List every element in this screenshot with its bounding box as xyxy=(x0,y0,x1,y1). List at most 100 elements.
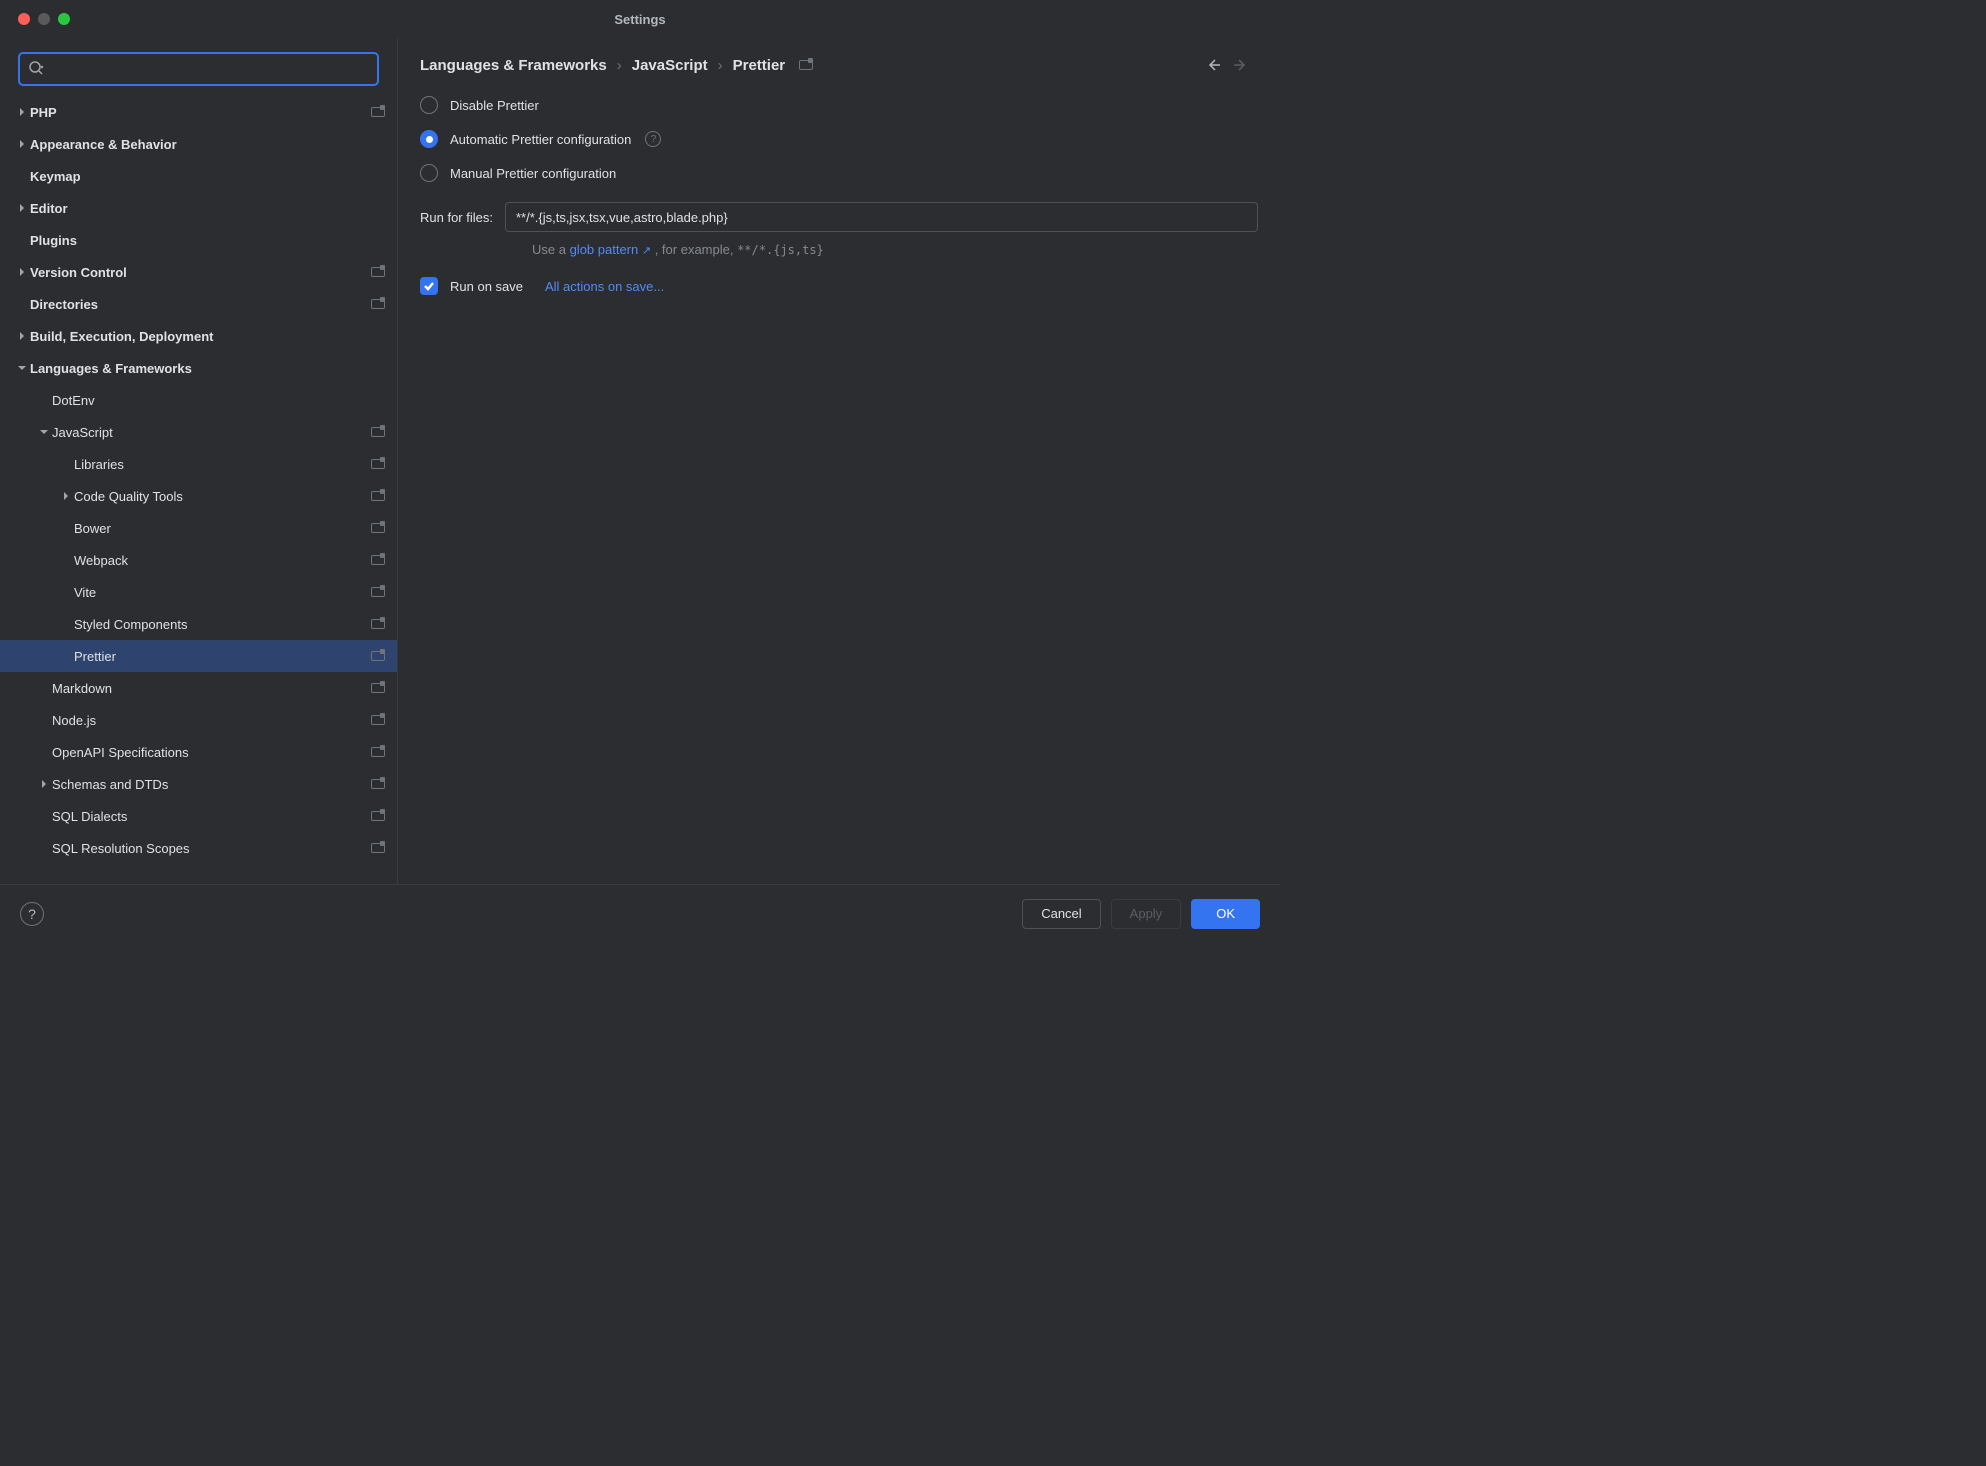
breadcrumb-row: Languages & Frameworks › JavaScript › Pr… xyxy=(420,56,1258,74)
glob-pattern-link[interactable]: glob pattern xyxy=(570,242,639,257)
tree-chevron-icon[interactable] xyxy=(14,331,30,341)
breadcrumb-separator: › xyxy=(718,57,723,74)
project-scope-icon xyxy=(371,715,385,725)
tree-item-keymap[interactable]: Keymap xyxy=(0,160,397,192)
tree-item-version-control[interactable]: Version Control xyxy=(0,256,397,288)
tree-item-webpack[interactable]: Webpack xyxy=(0,544,397,576)
project-scope-icon xyxy=(371,427,385,437)
tree-item-vite[interactable]: Vite xyxy=(0,576,397,608)
project-scope-icon xyxy=(371,299,385,309)
tree-item-bower[interactable]: Bower xyxy=(0,512,397,544)
tree-chevron-icon[interactable] xyxy=(14,363,30,373)
project-scope-icon xyxy=(371,651,385,661)
hint-mid: , for example, xyxy=(651,242,737,257)
settings-tree[interactable]: PHP Appearance & BehaviorKeymap Editor Plug… xyxy=(0,96,397,884)
tree-item-label: Styled Components xyxy=(74,617,371,632)
project-scope-icon xyxy=(371,107,385,117)
tree-item-plugins[interactable]: Plugins xyxy=(0,224,397,256)
tree-chevron-icon[interactable] xyxy=(58,491,74,501)
radio-button[interactable] xyxy=(420,130,438,148)
run-on-save-checkbox[interactable] xyxy=(420,277,438,295)
tree-chevron-icon[interactable] xyxy=(14,203,30,213)
run-for-files-input[interactable] xyxy=(505,202,1258,232)
settings-content: Languages & Frameworks › JavaScript › Pr… xyxy=(398,38,1280,884)
search-container xyxy=(0,38,397,96)
tree-chevron-icon[interactable] xyxy=(36,779,52,789)
help-icon[interactable]: ? xyxy=(645,131,661,147)
tree-item-label: Webpack xyxy=(74,553,371,568)
ok-button[interactable]: OK xyxy=(1191,899,1260,929)
project-scope-icon xyxy=(371,587,385,597)
all-actions-on-save-link[interactable]: All actions on save... xyxy=(545,279,664,294)
tree-item-sql-resolution-scopes[interactable]: SQL Resolution Scopes xyxy=(0,832,397,864)
tree-item-sql-dialects[interactable]: SQL Dialects xyxy=(0,800,397,832)
cancel-button[interactable]: Cancel xyxy=(1022,899,1100,929)
tree-item-editor[interactable]: Editor xyxy=(0,192,397,224)
tree-item-label: Bower xyxy=(74,521,371,536)
tree-item-label: JavaScript xyxy=(52,425,371,440)
tree-item-markdown[interactable]: Markdown xyxy=(0,672,397,704)
tree-chevron-icon[interactable] xyxy=(36,427,52,437)
search-box[interactable] xyxy=(18,52,379,86)
breadcrumb-item[interactable]: Languages & Frameworks xyxy=(420,57,607,74)
glob-hint: Use a glob pattern ↗ , for example, **/*… xyxy=(532,242,1258,257)
search-input[interactable] xyxy=(50,62,369,77)
nav-back-button[interactable] xyxy=(1204,56,1222,74)
project-scope-icon xyxy=(371,619,385,629)
tree-chevron-icon[interactable] xyxy=(14,139,30,149)
project-scope-icon xyxy=(371,523,385,533)
project-scope-icon xyxy=(371,779,385,789)
close-window-button[interactable] xyxy=(18,13,30,25)
tree-item-libraries[interactable]: Libraries xyxy=(0,448,397,480)
nav-forward-button xyxy=(1232,56,1250,74)
tree-item-label: Libraries xyxy=(74,457,371,472)
tree-item-prettier[interactable]: Prettier xyxy=(0,640,397,672)
tree-item-code-quality-tools[interactable]: Code Quality Tools xyxy=(0,480,397,512)
radio-button[interactable] xyxy=(420,96,438,114)
tree-item-label: Plugins xyxy=(30,233,385,248)
hint-example: **/*.{js,ts} xyxy=(737,243,824,257)
tree-item-label: Prettier xyxy=(74,649,371,664)
radio-label: Manual Prettier configuration xyxy=(450,166,616,181)
maximize-window-button[interactable] xyxy=(58,13,70,25)
project-scope-icon xyxy=(371,811,385,821)
tree-item-openapi-specifications[interactable]: OpenAPI Specifications xyxy=(0,736,397,768)
titlebar: Settings xyxy=(0,0,1280,38)
tree-item-schemas-and-dtds[interactable]: Schemas and DTDs xyxy=(0,768,397,800)
minimize-window-button[interactable] xyxy=(38,13,50,25)
footer: ? Cancel Apply OK xyxy=(0,884,1280,942)
radio-automatic-prettier[interactable]: Automatic Prettier configuration ? xyxy=(420,130,1258,148)
tree-item-node-js[interactable]: Node.js xyxy=(0,704,397,736)
tree-item-label: Schemas and DTDs xyxy=(52,777,371,792)
tree-item-label: SQL Resolution Scopes xyxy=(52,841,371,856)
tree-item-label: Markdown xyxy=(52,681,371,696)
tree-item-languages-frameworks[interactable]: Languages & Frameworks xyxy=(0,352,397,384)
tree-chevron-icon[interactable] xyxy=(14,267,30,277)
tree-chevron-icon[interactable] xyxy=(14,107,30,117)
tree-item-label: PHP xyxy=(30,105,371,120)
tree-item-label: Editor xyxy=(30,201,385,216)
project-scope-icon xyxy=(799,60,813,70)
tree-item-appearance-behavior[interactable]: Appearance & Behavior xyxy=(0,128,397,160)
radio-label: Automatic Prettier configuration xyxy=(450,132,631,147)
tree-item-javascript[interactable]: JavaScript xyxy=(0,416,397,448)
project-scope-icon xyxy=(371,747,385,757)
external-link-icon: ↗ xyxy=(642,245,651,257)
tree-item-build-execution-deployment[interactable]: Build, Execution, Deployment xyxy=(0,320,397,352)
tree-item-dotenv[interactable]: DotEnv xyxy=(0,384,397,416)
radio-disable-prettier[interactable]: Disable Prettier xyxy=(420,96,1258,114)
breadcrumb-separator: › xyxy=(617,57,622,74)
help-button[interactable]: ? xyxy=(20,902,44,926)
tree-item-label: Node.js xyxy=(52,713,371,728)
tree-item-label: Vite xyxy=(74,585,371,600)
settings-window: Settings PHP Appearance & BehaviorKeymap E… xyxy=(0,0,1280,942)
breadcrumb-item[interactable]: JavaScript xyxy=(632,57,708,74)
tree-item-directories[interactable]: Directories xyxy=(0,288,397,320)
tree-item-php[interactable]: PHP xyxy=(0,96,397,128)
radio-button[interactable] xyxy=(420,164,438,182)
project-scope-icon xyxy=(371,267,385,277)
radio-manual-prettier[interactable]: Manual Prettier configuration xyxy=(420,164,1258,182)
tree-item-styled-components[interactable]: Styled Components xyxy=(0,608,397,640)
project-scope-icon xyxy=(371,683,385,693)
settings-body: PHP Appearance & BehaviorKeymap Editor Plug… xyxy=(0,38,1280,884)
